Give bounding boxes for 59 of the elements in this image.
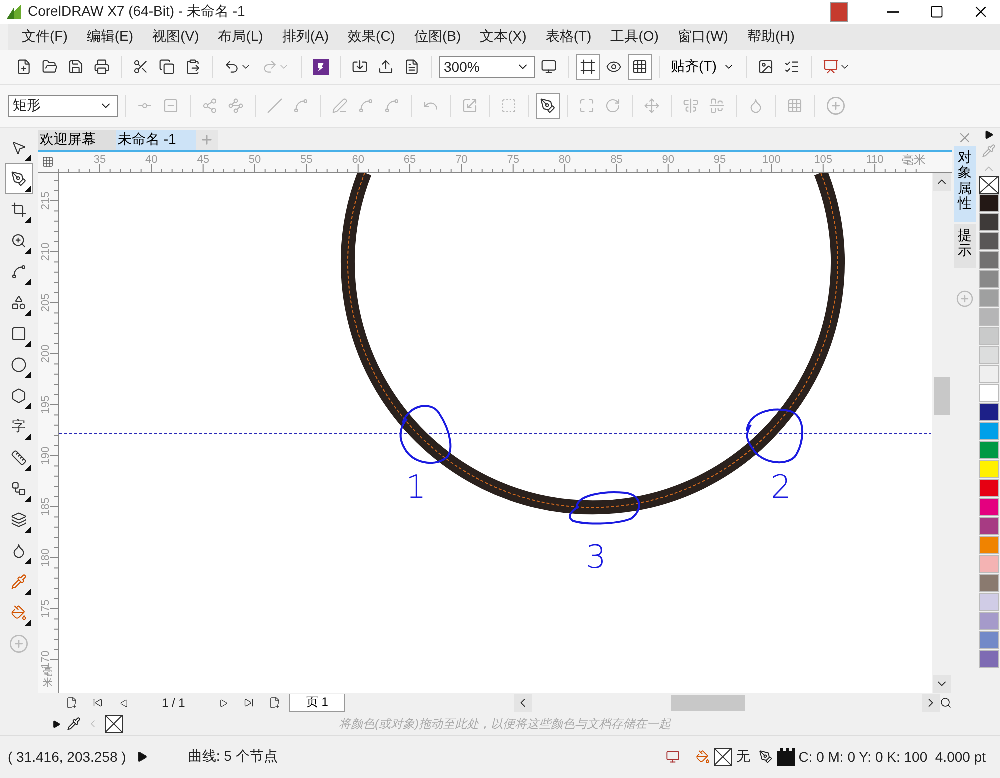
fill-status: 无 xyxy=(736,748,750,766)
ruler-label: 65 xyxy=(404,154,416,166)
outline-status: C: 0 M: 0 Y: 0 K: 100 4.000 pt xyxy=(798,749,986,765)
annotation-number: 1 xyxy=(406,468,426,506)
menu-item[interactable]: 位图(B) xyxy=(406,28,472,46)
ruler-label: 195 xyxy=(40,396,52,414)
menu-item[interactable]: 编辑(E) xyxy=(78,28,145,46)
ruler-label: 105 xyxy=(814,154,833,166)
ruler-label: 190 xyxy=(40,446,52,466)
docker-tab[interactable]: 提示 xyxy=(954,224,976,268)
menu-item[interactable]: 布局(L) xyxy=(210,28,274,46)
text-tool[interactable]: 字 xyxy=(5,411,33,442)
ruler-label: 75 xyxy=(507,154,520,166)
ruler-label: 200 xyxy=(40,344,52,364)
document-tab[interactable]: 欢迎屏幕 xyxy=(38,130,116,150)
ruler-unit: 毫米 xyxy=(43,667,53,689)
annotation-number: 3 xyxy=(586,538,606,576)
menu-item[interactable]: 表格(T) xyxy=(538,28,603,46)
ruler-label: 215 xyxy=(40,192,52,210)
palette-hint: 将颜色(或对象)拖动至此处，以便将这些颜色与文档存储在一起 xyxy=(339,716,671,732)
selection-info: 曲线: 5 个节点 xyxy=(188,748,279,766)
ruler-label: 40 xyxy=(146,154,158,166)
ruler-label: 110 xyxy=(866,154,884,166)
ruler-label: 55 xyxy=(300,154,313,166)
menu-item[interactable]: 文本(X) xyxy=(472,28,538,46)
ruler-label: 80 xyxy=(558,154,572,166)
menu-item[interactable]: 视图(V) xyxy=(144,28,210,46)
ruler-label: 205 xyxy=(40,294,52,312)
ruler-label: 60 xyxy=(352,154,364,166)
ruler-label: 100 xyxy=(762,154,781,166)
menu-item[interactable]: 排列(A) xyxy=(274,28,340,46)
ruler-label: 50 xyxy=(248,154,262,166)
document-tab[interactable]: 未命名 -1 xyxy=(116,130,196,150)
ruler-label: 35 xyxy=(94,154,106,166)
snap-dropdown[interactable]: 贴齐(T) xyxy=(667,54,739,80)
zoom-level-dropdown[interactable]: 300% xyxy=(439,56,535,78)
menu-item[interactable]: 窗口(W) xyxy=(670,28,740,46)
ruler-label: 95 xyxy=(714,154,726,166)
ruler-label: 45 xyxy=(197,154,210,166)
shape-type-dropdown[interactable]: 矩形 xyxy=(8,95,118,117)
menu-item[interactable]: 工具(O) xyxy=(602,28,670,46)
page-counter: 1 / 1 xyxy=(161,696,186,710)
ruler-label: 185 xyxy=(40,498,52,516)
ruler-unit: 毫米 xyxy=(902,153,926,167)
ruler-label: 90 xyxy=(662,154,674,166)
ruler-label: 70 xyxy=(456,154,468,166)
page-tab[interactable]: 页 1 xyxy=(289,694,346,712)
ruler-label: 170 xyxy=(40,650,52,669)
menu-item[interactable]: 效果(C) xyxy=(340,28,406,46)
ruler-label: 180 xyxy=(40,548,52,568)
menu-item[interactable]: 帮助(H) xyxy=(739,28,806,46)
ruler-label: 210 xyxy=(40,242,52,262)
ruler-label: 85 xyxy=(610,154,623,166)
ruler-label: 175 xyxy=(40,600,52,618)
cursor-coordinates: ( 31.416, 203.258 ) xyxy=(8,749,126,765)
menu-item[interactable]: 文件(F) xyxy=(14,28,79,46)
docker-tab[interactable]: 对象属性 xyxy=(954,146,976,222)
annotation-number: 2 xyxy=(771,468,792,506)
window-title: CorelDRAW X7 (64-Bit) - 未命名 -1 xyxy=(28,3,246,21)
